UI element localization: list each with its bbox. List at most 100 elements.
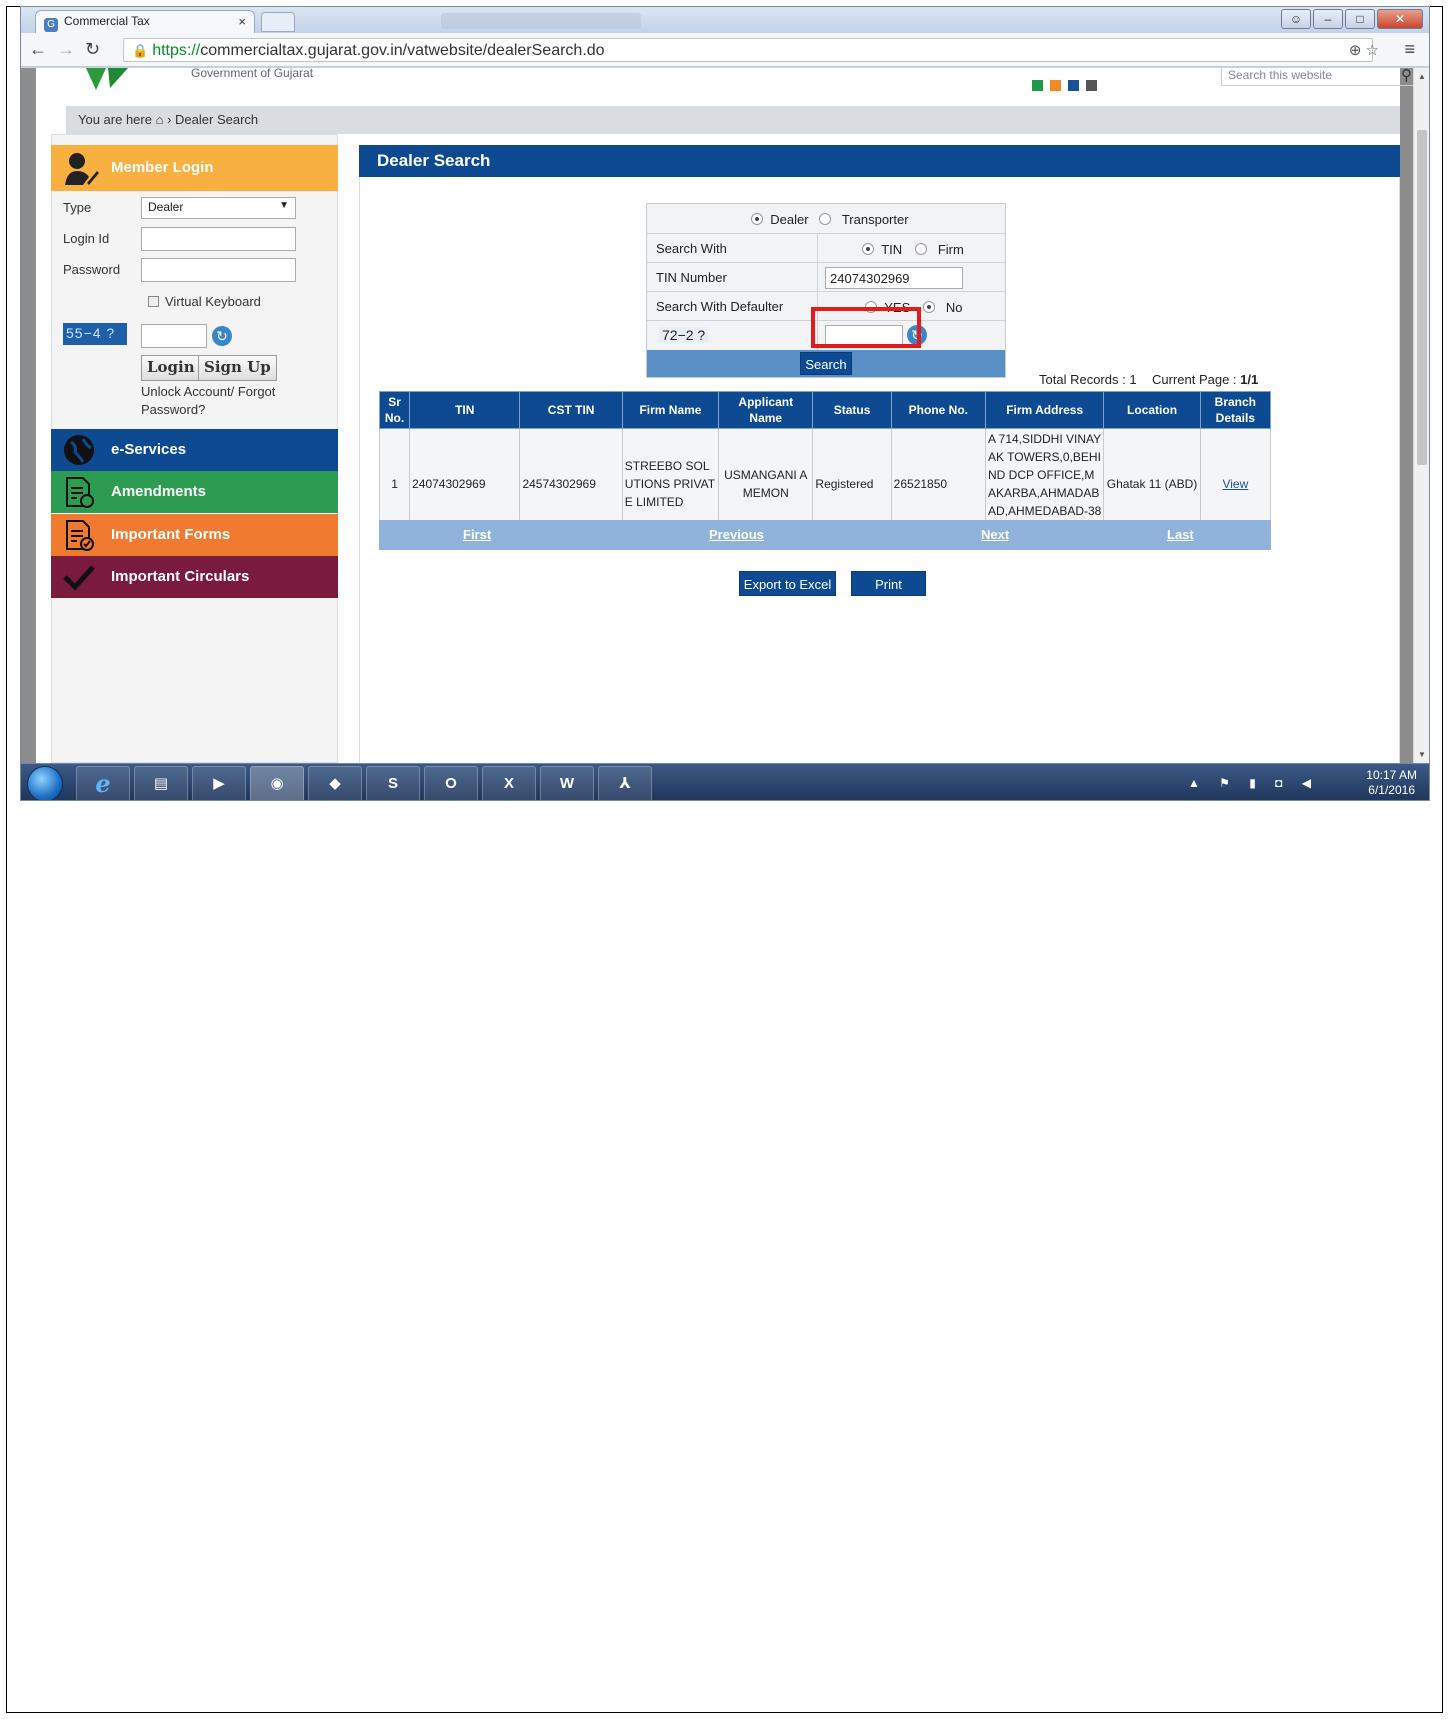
breadcrumb: You are here ⌂ › Dealer Search <box>66 106 1400 134</box>
radio-selected-icon <box>751 213 763 225</box>
nav-important-circulars[interactable]: Important Circulars <box>51 556 338 598</box>
page-viewport: Government of Gujarat Search this websit… <box>21 68 1415 763</box>
close-window-button[interactable]: ✕ <box>1377 9 1423 29</box>
excel-icon[interactable]: X <box>482 766 536 800</box>
new-tab-button[interactable] <box>261 12 295 32</box>
radio-unselected-icon <box>915 243 927 255</box>
radio-tin[interactable]: TIN <box>862 242 902 257</box>
scroll-down-icon[interactable]: ▼ <box>1418 750 1426 759</box>
total-records: Total Records : 1 <box>1039 372 1137 387</box>
col-status: Status <box>812 391 892 429</box>
checkmark-icon <box>63 565 95 591</box>
notes-icon[interactable]: ◆ <box>308 766 362 800</box>
website: Government of Gujarat Search this websit… <box>36 68 1415 763</box>
page-title: Dealer Search <box>359 145 1400 177</box>
radio-defaulter-no[interactable]: No <box>923 300 962 315</box>
radio-selected-icon <box>923 301 935 313</box>
login-button[interactable]: Login <box>141 355 201 381</box>
login-id-input[interactable] <box>141 227 296 251</box>
explorer-icon[interactable]: ▤ <box>134 766 188 800</box>
globe-icon <box>64 435 94 465</box>
home-icon[interactable]: ⌂ <box>156 112 167 127</box>
pager-previous-link[interactable]: Previous <box>709 527 764 542</box>
pager-first-link[interactable]: First <box>463 527 491 542</box>
virtual-keyboard-checkbox[interactable]: Virtual Keyboard <box>148 294 261 309</box>
col-tin: TIN <box>409 391 521 429</box>
scroll-up-icon[interactable]: ▲ <box>1418 72 1426 81</box>
view-branch-link[interactable]: View <box>1222 477 1248 491</box>
start-button-icon[interactable] <box>27 766 63 800</box>
acrobat-icon[interactable]: ⅄ <box>598 766 652 800</box>
password-label: Password <box>63 262 121 277</box>
browser-tab[interactable]: G Commercial Tax × <box>35 10 255 33</box>
forward-arrow-icon[interactable]: → <box>57 39 75 60</box>
radio-unselected-icon <box>819 213 831 225</box>
print-button[interactable]: Print <box>851 571 926 596</box>
nav-important-forms[interactable]: Important Forms <box>51 514 338 556</box>
gujarat-logo-icon <box>86 68 128 90</box>
radio-transporter[interactable]: Transporter <box>819 212 909 227</box>
table-header-row: Sr No. TIN CST TIN Firm Name Applicant N… <box>378 391 1272 429</box>
pager: First Previous Next Last <box>379 520 1271 550</box>
col-cst-tin: CST TIN <box>519 391 623 429</box>
color-square <box>1068 80 1079 91</box>
password-input[interactable] <box>141 258 296 282</box>
user-icon[interactable]: ☺ <box>1281 9 1311 29</box>
radio-selected-icon <box>862 243 874 255</box>
col-branch: Branch Details <box>1199 391 1272 429</box>
tab-title: Commercial Tax <box>64 14 150 28</box>
search-captcha-image: 72−2 ? <box>659 327 709 343</box>
signup-button[interactable]: Sign Up <box>198 355 277 381</box>
radio-firm[interactable]: Firm <box>915 242 964 257</box>
caret-down-icon: ▼ <box>279 200 289 211</box>
vertical-scrollbar[interactable]: ▲ ▼ <box>1413 68 1429 763</box>
media-player-icon[interactable]: ▶ <box>192 766 246 800</box>
nav-e-services[interactable]: e-Services <box>51 429 338 471</box>
login-id-label: Login Id <box>63 231 110 246</box>
window-controls: ☺ – □ ✕ <box>1281 9 1423 29</box>
export-excel-button[interactable]: Export to Excel <box>739 571 836 596</box>
document-edit-icon <box>66 477 94 508</box>
chrome-icon[interactable]: ◉ <box>250 766 304 800</box>
color-square <box>1050 80 1061 91</box>
refresh-icon[interactable]: ↻ <box>212 326 232 346</box>
radio-dealer[interactable]: Dealer <box>751 212 809 227</box>
search-form: Dealer Transporter Search With TIN Firm … <box>646 203 1006 378</box>
skype-icon[interactable]: S <box>366 766 420 800</box>
results-table: Sr No. TIN CST TIN Firm Name Applicant N… <box>378 391 1272 540</box>
zoom-star-icons[interactable]: ⊕ ☆ <box>1349 41 1379 59</box>
tin-number-input[interactable]: 24074302969 <box>825 267 963 289</box>
site-favicon-icon: G <box>44 18 58 32</box>
search-icon[interactable]: ⚲ <box>1401 68 1412 84</box>
url-bar[interactable]: 🔒 https://commercialtax.gujarat.gov.in/va… <box>123 38 1373 62</box>
outlook-icon[interactable]: O <box>424 766 478 800</box>
back-arrow-icon[interactable]: ← <box>29 39 47 60</box>
type-select[interactable]: Dealer ▼ <box>141 197 296 219</box>
form-check-icon <box>66 520 94 551</box>
title-bar: G Commercial Tax × ☺ – □ ✕ <box>21 7 1429 33</box>
login-captcha-input[interactable] <box>141 324 207 348</box>
chrome-menu-icon[interactable]: ≡ <box>1404 39 1415 60</box>
nav-amendments[interactable]: Amendments <box>51 471 338 513</box>
taskbar-clock[interactable]: 10:17 AM 6/1/2016 <box>1366 768 1417 798</box>
site-search-input[interactable]: Search this website ⚲ <box>1221 68 1415 86</box>
current-page: Current Page : 1/1 <box>1152 372 1259 387</box>
breadcrumb-current: Dealer Search <box>175 112 259 127</box>
system-tray-icons[interactable]: ▲ ⚑ ▮ ◘ ◀ <box>1188 776 1319 790</box>
word-icon[interactable]: W <box>540 766 594 800</box>
unlock-account-link[interactable]: Unlock Account/ Forgot Password? <box>141 383 321 419</box>
tab-close-icon[interactable]: × <box>238 14 246 29</box>
search-with-row: Search With TIN Firm <box>647 233 1005 263</box>
scrollbar-thumb[interactable] <box>1417 130 1427 465</box>
highlight-box <box>811 307 921 348</box>
pager-next-link[interactable]: Next <box>981 527 1009 542</box>
search-button[interactable]: Search <box>800 352 852 375</box>
minimize-button[interactable]: – <box>1313 9 1343 29</box>
reload-icon[interactable]: ↻ <box>85 39 100 60</box>
gov-text: Government of Gujarat <box>191 68 314 80</box>
pager-last-link[interactable]: Last <box>1167 527 1194 542</box>
maximize-button[interactable]: □ <box>1345 9 1375 29</box>
url-path: commercialtax.gujarat.gov.in/vatwebsite/… <box>200 42 605 59</box>
login-captcha-image: 55−4 ? <box>63 323 127 345</box>
ie-icon[interactable]: e <box>76 766 130 800</box>
